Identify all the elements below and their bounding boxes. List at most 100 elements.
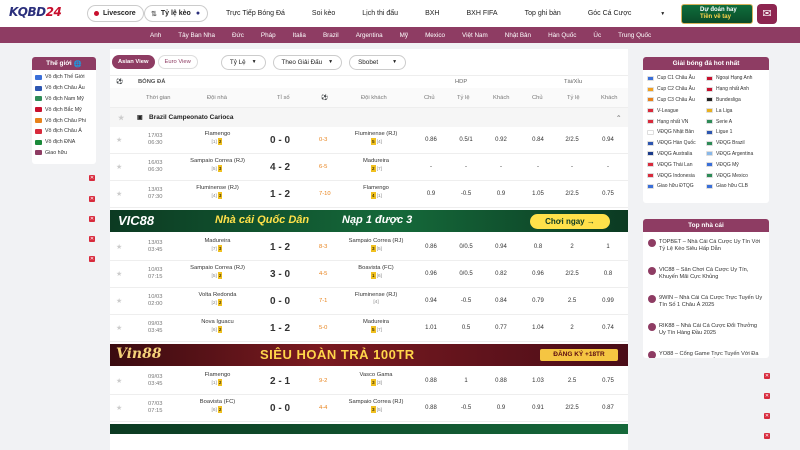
league-link[interactable]: Nhật Bản — [505, 32, 531, 39]
hot-league-item[interactable]: VĐQG Nhật Bản — [647, 127, 706, 138]
close-icon[interactable]: ✕ — [89, 256, 95, 262]
odds-value[interactable]: 0.91 — [529, 405, 547, 411]
the-gioi-item[interactable]: Vô địch Châu Á — [35, 126, 93, 137]
odds-value[interactable]: 0.87 — [599, 405, 617, 411]
top-nha-cai-item[interactable]: RIK88 – Nhà Cái Cá Cược Đổi Thưởng Uy Tí… — [648, 320, 764, 348]
hot-league-item[interactable]: Cup C2 Châu Âu — [647, 84, 706, 95]
odds-value[interactable]: 0.86 — [422, 137, 440, 143]
the-gioi-item[interactable]: Vô địch Châu Âu — [35, 83, 93, 94]
odds-value[interactable]: 1.03 — [529, 378, 547, 384]
odds-value[interactable]: 2 — [563, 325, 581, 331]
odds-value[interactable]: 0.8 — [529, 244, 547, 250]
odds-value[interactable]: 0.94 — [422, 298, 440, 304]
star-icon[interactable]: ★ — [116, 243, 122, 251]
odds-value[interactable]: 2.5 — [563, 298, 581, 304]
odds-value[interactable]: -0.5 — [457, 191, 475, 197]
odds-value[interactable]: 2/2.5 — [563, 405, 581, 411]
odds-value[interactable]: 0.88 — [492, 378, 510, 384]
odds-value[interactable]: 1.01 — [422, 325, 440, 331]
league-link[interactable]: Việt Nam — [462, 32, 488, 39]
match-row[interactable]: ★ 13/03 07:30 Fluminense (RJ) [4] 3 1 - 2 7-10 F… — [110, 181, 628, 208]
league-link[interactable]: Pháp — [261, 32, 276, 39]
the-gioi-item[interactable]: Giao hữu — [35, 148, 93, 159]
odds-value[interactable]: 0/0.5 — [457, 244, 475, 250]
hot-league-item[interactable]: La Liga — [706, 105, 765, 116]
odds-value[interactable]: -0.5 — [457, 298, 475, 304]
odds-value[interactable]: - — [529, 164, 547, 170]
top-nha-cai-item[interactable]: VIC88 – Sân Chơi Cá Cược Uy Tín, Khuyến … — [648, 264, 764, 292]
vic88-cta-button[interactable]: Chơi ngay → — [530, 214, 610, 229]
odds-value[interactable]: 0.92 — [492, 137, 510, 143]
odds-value[interactable]: 2 — [563, 244, 581, 250]
home-team[interactable]: Volta Redonda [2] 2 — [190, 292, 245, 307]
vin88-banner[interactable]: Vin88 SIÊU HOÀN TRẢ 100TR ĐĂNG KÝ +18TR — [110, 344, 628, 366]
star-icon[interactable]: ★ — [116, 324, 122, 332]
odds-value[interactable]: 0.75 — [599, 191, 617, 197]
away-team[interactable]: Boavista (FC) 1 [6] — [345, 265, 407, 280]
nav-top-ghi-ban[interactable]: Top ghi bàn — [525, 10, 561, 17]
odds-value[interactable]: - — [457, 164, 475, 170]
odds-value[interactable]: 0.75 — [599, 378, 617, 384]
home-team[interactable]: Sampaio Correa (RJ) [5] 2 — [190, 265, 245, 280]
star-icon[interactable]: ★ — [116, 297, 122, 305]
the-gioi-item[interactable]: Vô địch Thế Giới — [35, 72, 93, 83]
match-row[interactable]: ★ 17/03 06:30 Flamengo [1] 2 0 - 0 0-3 Fluminens… — [110, 127, 628, 154]
theo-giai-dropdown[interactable]: Theo Giải Đấu ▼ — [272, 54, 343, 70]
hot-league-item[interactable]: VĐQG Argentina — [706, 149, 765, 160]
hot-league-item[interactable]: VĐQG Indonesia — [647, 170, 706, 181]
odds-value[interactable]: 0.84 — [529, 137, 547, 143]
match-row[interactable]: ★ 07/03 07:15 Boavista (FC) [6] 2 0 - 0 4-4 Samp… — [110, 395, 628, 422]
match-row[interactable]: ★ 10/03 07:15 Sampaio Correa (RJ) [5] 2 3 - 04… — [110, 261, 628, 288]
the-gioi-item[interactable]: Vô địch Châu Phi — [35, 115, 93, 126]
home-team[interactable]: Boavista (FC) [6] 2 — [190, 399, 245, 414]
euro-view-tab[interactable]: Euro View — [157, 55, 198, 69]
odds-value[interactable]: 0.9 — [422, 191, 440, 197]
hot-league-item[interactable]: Cup C3 Châu Âu — [647, 95, 706, 106]
away-team[interactable]: Flamengo 4 [1] — [345, 185, 407, 200]
league-link[interactable]: Hàn Quốc — [548, 32, 576, 39]
promo-banner[interactable]: Dự đoán hay Tiền về tay — [681, 4, 753, 24]
close-icon[interactable]: ✕ — [764, 433, 770, 439]
home-team[interactable]: Sampaio Correa (RJ) [5] 3 — [190, 158, 245, 173]
home-team[interactable]: Nova Iguacu [6] 2 — [190, 319, 245, 334]
home-team[interactable]: Madureira [7] 3 — [190, 238, 245, 253]
hot-league-item[interactable]: Ligue 1 — [706, 127, 765, 138]
close-icon[interactable]: ✕ — [764, 413, 770, 419]
odds-value[interactable]: 0.79 — [529, 298, 547, 304]
odds-value[interactable]: - — [599, 164, 617, 170]
hot-league-item[interactable]: Serie A — [706, 116, 765, 127]
close-icon[interactable]: ✕ — [89, 175, 95, 181]
match-row[interactable]: ★ 09/03 03:45 Nova Iguacu [6] 2 1 - 2 5-0 Madure… — [110, 315, 628, 342]
gift-icon[interactable]: ✉ — [757, 4, 777, 24]
odds-value[interactable]: 0.74 — [599, 325, 617, 331]
odds-value[interactable]: 1.04 — [529, 325, 547, 331]
league-link[interactable]: Anh — [150, 32, 161, 39]
away-team[interactable]: Fluminense (RJ) 5 [4] — [345, 131, 407, 146]
home-team[interactable]: Flamengo [1] 2 — [190, 372, 245, 387]
bottom-banner[interactable] — [110, 424, 628, 434]
odds-value[interactable]: -0.5 — [457, 405, 475, 411]
away-team[interactable]: Sampaio Correa (RJ) 3 [5] — [345, 238, 407, 253]
star-icon[interactable]: ★ — [116, 136, 122, 144]
chevron-up-icon[interactable]: ⌃ — [616, 114, 621, 122]
livescore-button[interactable]: Livescore — [87, 5, 144, 22]
hot-league-item[interactable]: Hạng nhất VN — [647, 116, 706, 127]
asian-view-tab[interactable]: Asian View — [112, 55, 155, 69]
star-icon[interactable]: ★ — [116, 190, 122, 198]
close-icon[interactable]: ✕ — [764, 393, 770, 399]
nav-soi-keo[interactable]: Soi kèo — [312, 10, 335, 17]
league-link[interactable]: Argentina — [356, 32, 383, 39]
vin88-cta-button[interactable]: ĐĂNG KÝ +18TR — [540, 349, 618, 361]
ty-le-dropdown[interactable]: Tỷ Lệ ▼ — [220, 54, 266, 70]
hot-league-item[interactable]: VĐQG Mỹ — [706, 159, 765, 170]
nav-truc-tiep[interactable]: Trực Tiếp Bóng Đá — [226, 10, 285, 17]
match-row[interactable]: ★ 16/03 06:30 Sampaio Correa (RJ) [5] 3 4 - 26… — [110, 154, 628, 181]
close-icon[interactable]: ✕ — [89, 236, 95, 242]
odds-value[interactable]: 0.8 — [599, 271, 617, 277]
odds-value[interactable]: 0/0.5 — [457, 271, 475, 277]
odds-value[interactable]: - — [422, 164, 440, 170]
league-row[interactable]: ★ ▣ Brazil Campeonato Carioca ⌃ — [110, 108, 628, 127]
hot-league-item[interactable]: VĐQG Thái Lan — [647, 159, 706, 170]
odds-value[interactable]: 0.5/1 — [457, 137, 475, 143]
nav-bxh[interactable]: BXH — [425, 10, 439, 17]
